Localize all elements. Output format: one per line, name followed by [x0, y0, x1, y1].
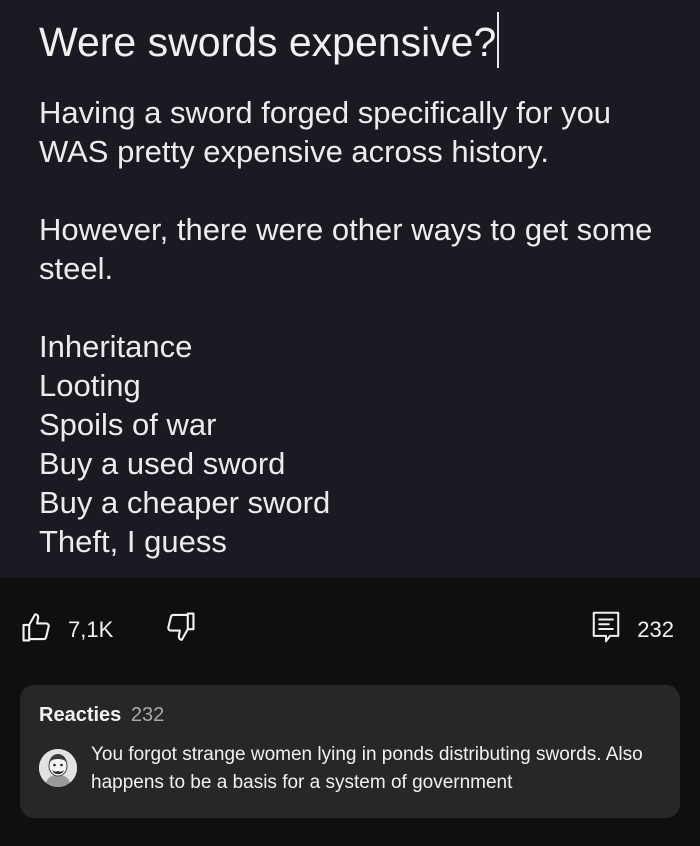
- text-cursor: [497, 12, 500, 68]
- action-bar: 7,1K 232: [0, 578, 700, 680]
- body-line: WAS pretty expensive across history.: [39, 134, 549, 169]
- like-count: 7,1K: [68, 616, 114, 642]
- post-card: Were swords expensive? Having a sword fo…: [0, 0, 700, 578]
- top-comment-text: You forgot strange women lying in ponds …: [91, 744, 643, 793]
- body-line: Buy a cheaper sword: [39, 485, 331, 520]
- comments-count: 232: [130, 704, 165, 726]
- body-line: Having a sword forged specifically for y…: [39, 95, 612, 130]
- comment-icon: [591, 610, 621, 649]
- thumbs-up-icon: [20, 610, 54, 649]
- body-line: steel.: [39, 251, 114, 286]
- dislike-button[interactable]: [163, 610, 197, 649]
- body-line: However, there were other ways to get so…: [39, 212, 653, 247]
- body-line: Looting: [39, 368, 141, 403]
- body-line: Theft, I guess: [39, 524, 227, 559]
- comments-section[interactable]: Reacties 232 You forgot strange women ly…: [20, 685, 680, 818]
- comments-header: Reacties 232: [39, 704, 164, 727]
- comment-count: 232: [637, 616, 674, 642]
- body-line: Buy a used sword: [39, 446, 286, 481]
- body-line: Inheritance: [39, 329, 193, 364]
- thumbs-down-icon: [163, 610, 197, 649]
- comments-label: Reacties: [39, 704, 122, 726]
- comments-button[interactable]: 232: [591, 610, 674, 649]
- post-title: Were swords expensive?: [39, 12, 500, 68]
- post-body: Having a sword forged specifically for y…: [39, 93, 679, 561]
- avatar[interactable]: [39, 749, 77, 787]
- like-button[interactable]: 7,1K: [20, 610, 113, 649]
- avatar-image: [39, 749, 77, 787]
- body-line: Spoils of war: [39, 407, 217, 442]
